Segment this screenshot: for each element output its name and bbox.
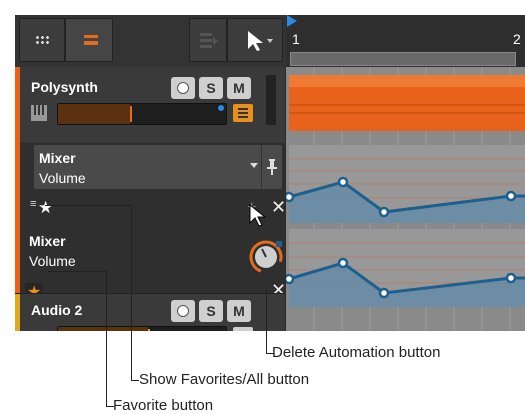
timeline-ruler[interactable]: 1 2 xyxy=(286,15,525,67)
pointer-tool-button[interactable] xyxy=(227,18,283,62)
record-icon xyxy=(177,82,189,94)
lane-device: Mixer xyxy=(39,150,76,166)
volume-knob[interactable] xyxy=(248,239,284,275)
list-icon xyxy=(84,35,98,45)
callout-line xyxy=(106,271,107,407)
star-icon: ★ xyxy=(38,198,54,217)
loop-region[interactable] xyxy=(290,52,516,66)
record-arm-button[interactable] xyxy=(171,77,195,99)
track-scroll-handle[interactable] xyxy=(266,75,276,125)
bar-marker-2: 2 xyxy=(513,31,521,47)
mute-button[interactable]: M xyxy=(227,300,251,322)
instrument-icon xyxy=(31,105,47,121)
track-menu-button[interactable] xyxy=(233,104,253,122)
track-audio-2[interactable]: Audio 2 S M xyxy=(15,293,285,331)
automation-parameter-selector[interactable]: Mixer Volume xyxy=(34,145,282,189)
mouse-cursor-icon xyxy=(249,203,267,227)
volume-meter[interactable] xyxy=(57,103,227,125)
delete-automation-button[interactable]: ✕ xyxy=(271,197,286,218)
arranger-area[interactable] xyxy=(286,67,525,331)
solo-button[interactable]: S xyxy=(199,300,223,322)
callout-line xyxy=(131,205,132,380)
track-name: Polysynth xyxy=(31,79,98,95)
volume-meter[interactable] xyxy=(57,326,227,331)
callout-favorite: Favorite button xyxy=(113,397,214,414)
record-arm-button[interactable] xyxy=(171,300,195,322)
chevron-down-icon xyxy=(250,163,258,168)
mute-button[interactable]: M xyxy=(227,77,251,99)
pointer-icon xyxy=(248,31,273,51)
track-menu-button[interactable] xyxy=(233,327,253,331)
lane2-device: Mixer xyxy=(29,233,66,249)
pin-button[interactable] xyxy=(261,145,282,189)
solo-button[interactable]: S xyxy=(199,77,223,99)
track-polysynth[interactable]: Polysynth S M Mixer Volume ≡ ★ ✕ Mixer V… xyxy=(15,67,286,301)
track-view-button[interactable] xyxy=(65,18,113,62)
toolbar xyxy=(15,15,286,67)
callout-line xyxy=(48,271,106,272)
track-color-bar xyxy=(15,294,20,331)
callout-delete-automation: Delete Automation button xyxy=(272,344,441,361)
lane-parameter: Volume xyxy=(39,170,86,186)
bar-marker-1: 1 xyxy=(292,31,300,47)
lane2-parameter: Volume xyxy=(29,253,76,269)
show-favorites-button[interactable]: ≡ ★ xyxy=(30,198,56,217)
callout-show-favorites: Show Favorites/All button xyxy=(139,371,310,388)
record-icon xyxy=(177,305,189,317)
daw-screenshot: 1 2 Polysynth S M Mixer Volume ≡ ★ ✕ Mix… xyxy=(15,15,525,331)
playhead-icon xyxy=(287,15,297,27)
list-lines-icon: ≡ xyxy=(30,198,37,210)
sequencer-button[interactable] xyxy=(189,18,227,62)
pin-icon xyxy=(267,159,277,175)
grid-icon xyxy=(35,35,49,45)
meter-dot xyxy=(218,105,224,111)
callout-line xyxy=(266,290,267,353)
grid-view-button[interactable] xyxy=(19,18,65,62)
track-name: Audio 2 xyxy=(31,302,83,318)
arranger-graphics xyxy=(286,67,525,331)
callout-line xyxy=(45,205,131,206)
sequencer-icon xyxy=(200,33,218,48)
callout-line xyxy=(131,380,139,381)
